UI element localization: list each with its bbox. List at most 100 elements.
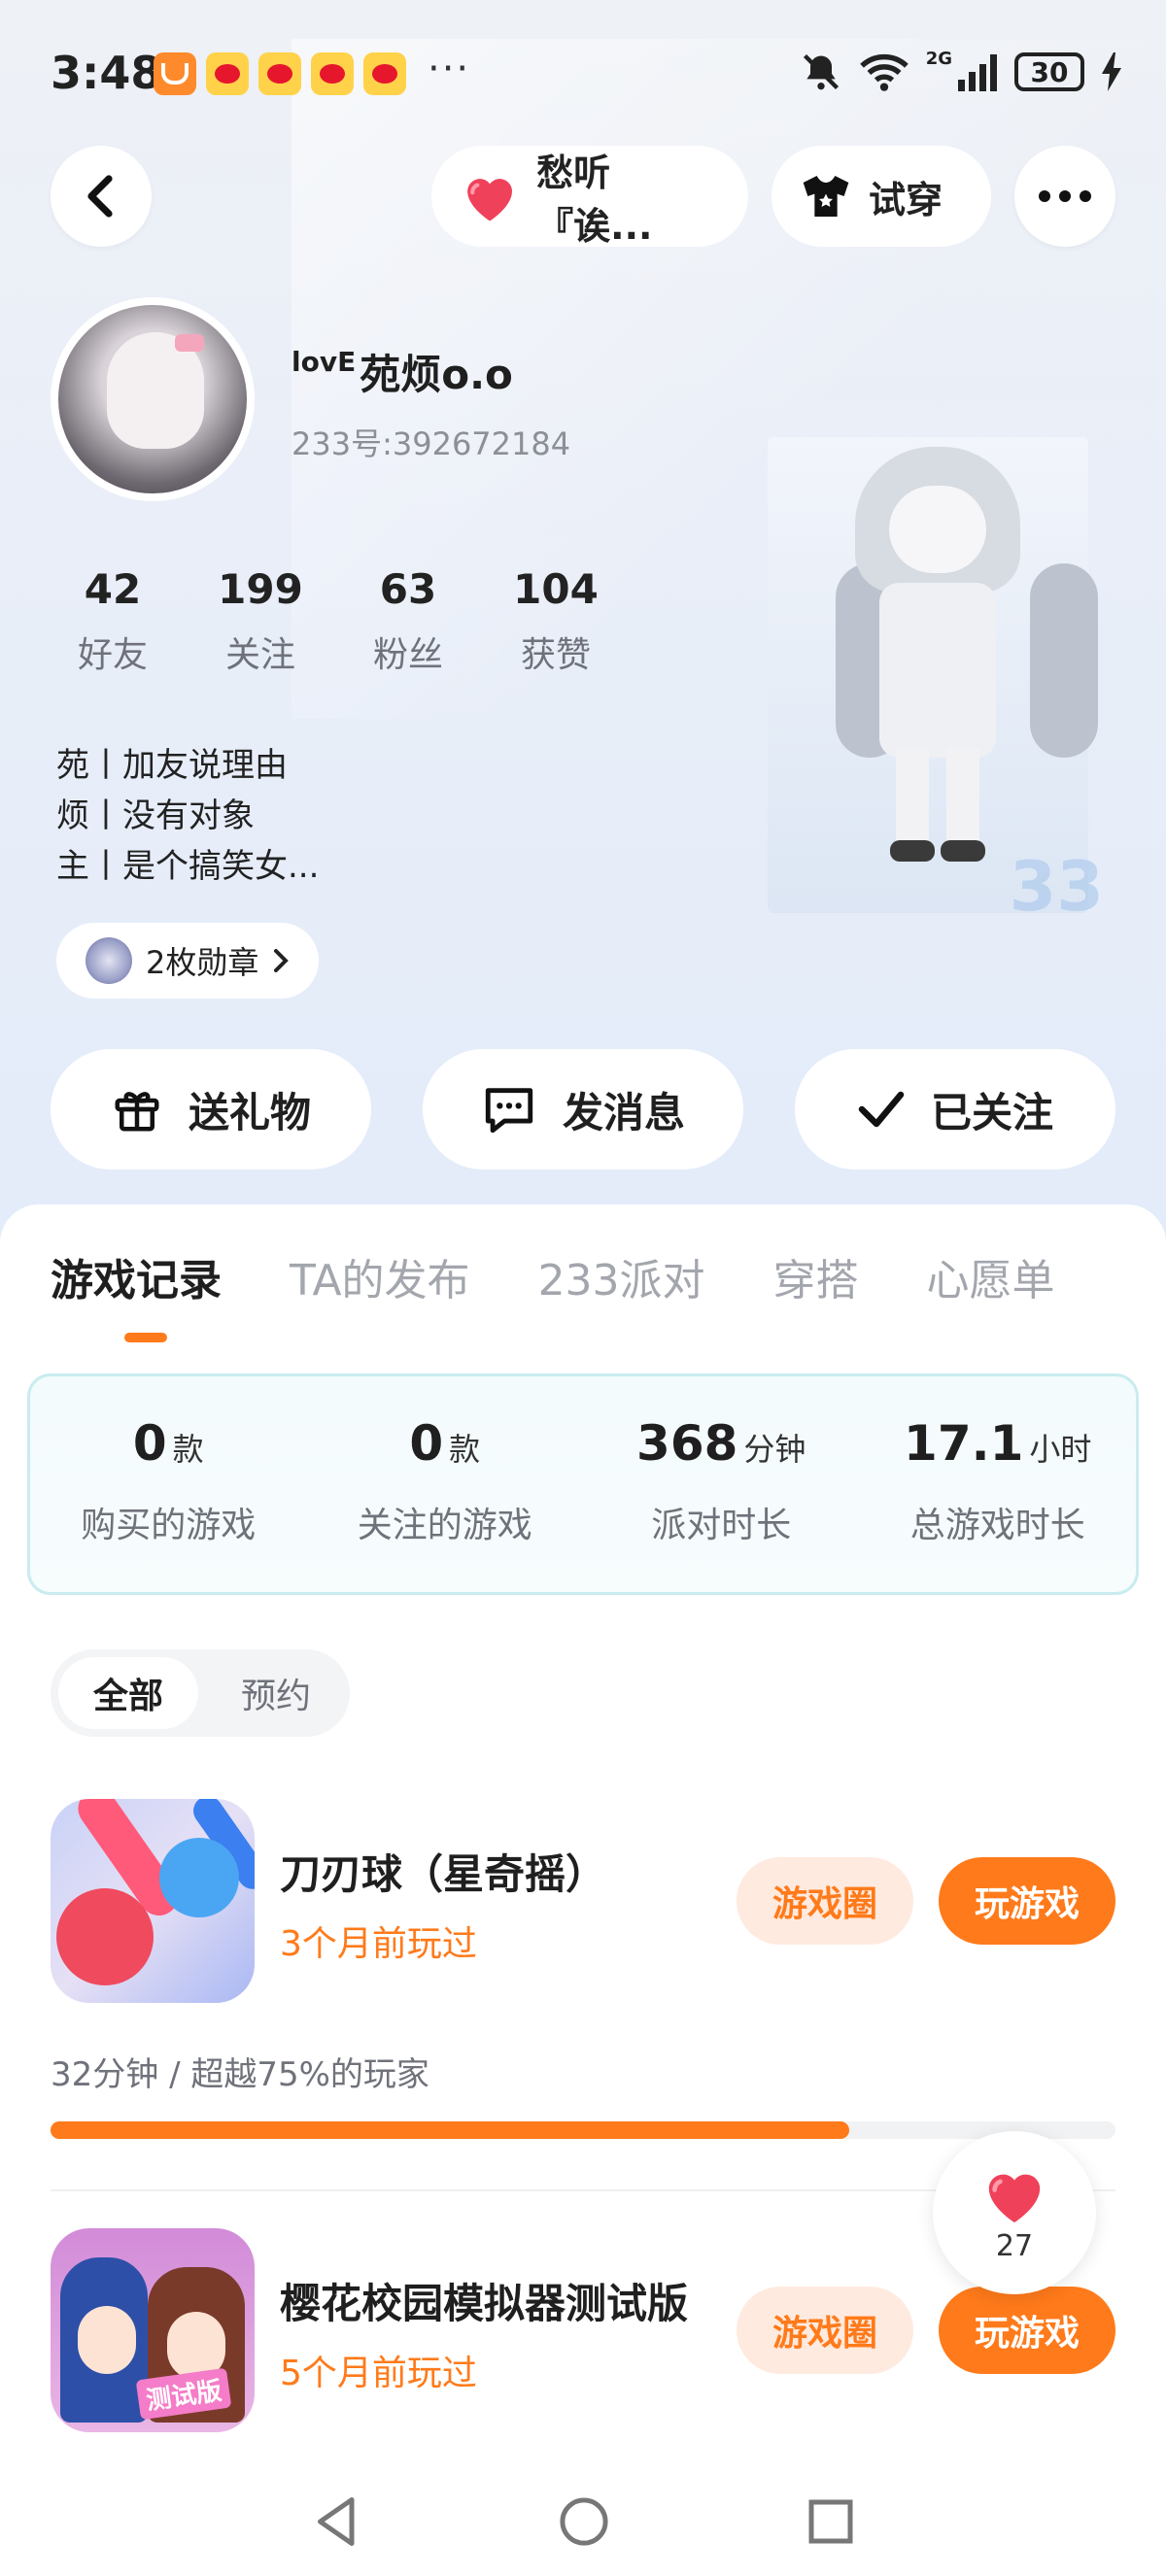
stat-fans[interactable]: 63 粉丝: [334, 565, 482, 677]
try-on-label: 试穿: [869, 178, 943, 221]
weibo-notification-icon: [363, 52, 406, 95]
play-game-button[interactable]: 玩游戏: [939, 1857, 1115, 1945]
tshirt-icon: [803, 176, 849, 217]
game-last-played: 5个月前玩过: [280, 2354, 477, 2393]
nav-back-icon[interactable]: [313, 2494, 361, 2549]
network-type-label: 2G: [925, 48, 952, 69]
checkmark-icon: [858, 1091, 905, 1128]
summary-label: 总游戏时长: [909, 1506, 1085, 1545]
stat-label: 获赞: [520, 635, 591, 675]
filter-all[interactable]: 全部: [58, 1657, 198, 1729]
game-summary-card: 0款 购买的游戏 0款 关注的游戏 368 分钟 派对时长 17.1 小时 总游戏时…: [27, 1373, 1139, 1595]
username-prefix: lovE: [292, 346, 357, 378]
weibo-notification-icon: [206, 52, 249, 95]
send-gift-label: 送礼物: [188, 1088, 311, 1136]
game-title[interactable]: 樱花校园模拟器测试版: [280, 2271, 688, 2330]
username: lovE苑烦o.o: [292, 342, 513, 401]
bio-line: 苑丨加友说理由: [56, 746, 288, 785]
chevron-right-icon: [274, 949, 290, 972]
gift-icon: [115, 1092, 159, 1132]
tab-posts[interactable]: TA的发布: [290, 1245, 470, 1307]
tab-wishlist[interactable]: 心愿单: [927, 1245, 1055, 1307]
stat-friends[interactable]: 42 好友: [39, 565, 187, 677]
send-gift-button[interactable]: 送礼物: [51, 1049, 371, 1169]
game-last-played: 3个月前玩过: [280, 1924, 477, 1964]
username-text: 苑烦o.o: [360, 351, 513, 398]
medal-button[interactable]: 2枚勋章: [56, 923, 320, 999]
notification-icons: [154, 52, 406, 95]
figure-badge: 33: [1009, 847, 1104, 927]
bio-line: 烦丨没有对象: [56, 797, 255, 835]
summary-followed-games[interactable]: 0款 关注的游戏: [307, 1376, 584, 1592]
tab-233-party[interactable]: 233派对: [538, 1245, 705, 1307]
summary-value: 17.1 小时: [904, 1415, 1092, 1472]
weibo-notification-icon: [258, 52, 301, 95]
user-id: 233号:392672184: [292, 425, 571, 462]
stat-following[interactable]: 199 关注: [187, 565, 334, 677]
tab-game-records[interactable]: 游戏记录: [51, 1245, 222, 1307]
app-notification-icon: [154, 52, 196, 95]
tab-outfits[interactable]: 穿搭: [773, 1245, 859, 1307]
floating-like-button[interactable]: 27: [933, 2131, 1096, 2294]
active-tab-indicator: [124, 1333, 167, 1342]
stat-likes[interactable]: 104 获赞: [482, 565, 630, 677]
game-circle-button[interactable]: 游戏圈: [737, 2287, 913, 2374]
system-navigation-bar: [0, 2467, 1166, 2576]
more-options-button[interactable]: [1014, 146, 1115, 247]
following-label: 已关注: [930, 1088, 1053, 1136]
summary-value: 368 分钟: [636, 1415, 806, 1472]
status-system-icons: 2G 30: [800, 48, 1121, 93]
more-dots-icon: [1039, 190, 1091, 202]
summary-label: 关注的游戏: [357, 1506, 532, 1545]
avatar-3d-figure[interactable]: 33: [768, 437, 1104, 927]
charging-icon: [1102, 52, 1121, 91]
try-on-button[interactable]: 试穿: [772, 146, 991, 247]
summary-purchased-games[interactable]: 0款 购买的游戏: [30, 1376, 307, 1592]
like-count: 27: [995, 2228, 1034, 2263]
battery-level: 30: [1014, 52, 1084, 91]
profile-stats: 42 好友 199 关注 63 粉丝 104 获赞: [39, 565, 630, 677]
playtime-progress-bar: [51, 2121, 1115, 2139]
game-circle-button[interactable]: 游戏圈: [737, 1857, 913, 1945]
wifi-icon: [859, 53, 909, 91]
profile-bio[interactable]: 苑丨加友说理由 烦丨没有对象 主丨是个搞笑女...: [56, 740, 319, 892]
stat-value: 199: [218, 565, 303, 613]
summary-total-playtime[interactable]: 17.1 小时 总游戏时长: [860, 1376, 1137, 1592]
back-button[interactable]: [51, 146, 152, 247]
nav-recents-icon[interactable]: [806, 2494, 855, 2549]
following-button[interactable]: 已关注: [795, 1049, 1115, 1169]
stat-label: 粉丝: [372, 635, 443, 675]
send-message-button[interactable]: 发消息: [423, 1049, 743, 1169]
game-playtime-stat: 32分钟 / 超越75%的玩家: [51, 2055, 429, 2094]
bio-line: 主丨是个搞笑女...: [56, 847, 320, 886]
filter-reserved[interactable]: 预约: [218, 1657, 334, 1729]
medal-icon: [86, 937, 132, 984]
summary-value: 0款: [409, 1415, 481, 1472]
chat-bubble-icon: [485, 1088, 533, 1134]
medal-label: 2枚勋章: [146, 944, 259, 981]
heart-icon: [467, 179, 512, 221]
signal-strength-icon: [958, 52, 997, 91]
playtime-progress-fill: [51, 2121, 849, 2139]
game-icon[interactable]: 测试版: [51, 2228, 255, 2432]
summary-party-duration[interactable]: 368 分钟 派对时长: [583, 1376, 860, 1592]
summary-label: 派对时长: [651, 1506, 792, 1545]
avatar[interactable]: [51, 297, 255, 501]
stat-value: 42: [84, 565, 142, 613]
figure-character: [836, 437, 1098, 864]
stat-label: 好友: [77, 635, 148, 675]
play-game-button[interactable]: 玩游戏: [939, 2287, 1115, 2374]
heart-icon: [988, 2174, 1041, 2222]
send-message-label: 发消息: [562, 1088, 685, 1136]
weibo-notification-icon: [311, 52, 354, 95]
game-icon[interactable]: [51, 1799, 255, 2003]
stat-value: 63: [379, 565, 437, 613]
summary-value: 0款: [132, 1415, 204, 1472]
nav-home-icon[interactable]: [558, 2494, 610, 2549]
summary-label: 购买的游戏: [81, 1506, 257, 1545]
game-title[interactable]: 刀刃球（星奇摇）: [280, 1842, 606, 1901]
song-label: 愁听『诶...: [536, 152, 653, 248]
mute-bell-icon: [803, 53, 839, 90]
profile-song-button[interactable]: 愁听『诶...: [431, 146, 748, 248]
status-bar: 3:48 ··· 2G 30: [0, 0, 1166, 146]
